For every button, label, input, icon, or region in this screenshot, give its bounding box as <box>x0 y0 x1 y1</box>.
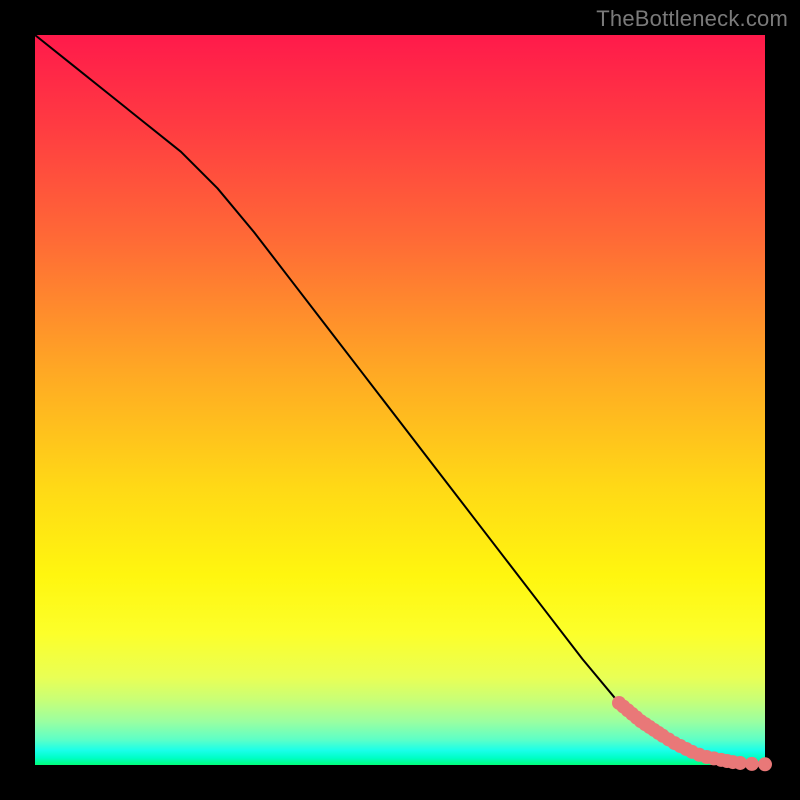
data-point <box>758 757 772 771</box>
data-point <box>745 757 759 771</box>
plot-area <box>35 35 765 765</box>
watermark-text: TheBottleneck.com <box>596 6 788 32</box>
curve-line <box>35 35 765 764</box>
chart-overlay <box>35 35 765 765</box>
chart-frame: TheBottleneck.com <box>0 0 800 800</box>
